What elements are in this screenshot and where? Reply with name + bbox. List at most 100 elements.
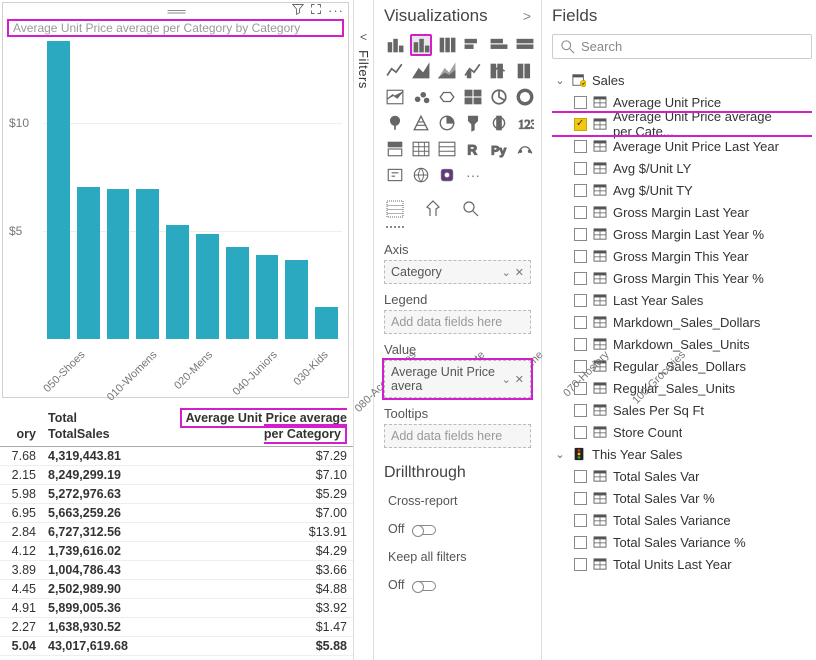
table-row[interactable]: 4.121,739,616.02$4.29 — [0, 541, 353, 560]
bar[interactable] — [315, 307, 338, 339]
viz-type-button[interactable] — [410, 60, 432, 82]
viz-type-button[interactable] — [384, 164, 406, 186]
fields-header[interactable]: Fields — [552, 6, 812, 26]
viz-type-button[interactable] — [410, 138, 432, 160]
field-checkbox[interactable] — [574, 558, 587, 571]
bar[interactable] — [196, 234, 219, 339]
field-item[interactable]: Total Sales Variance — [552, 509, 812, 531]
filters-pane-collapsed[interactable]: < Filters — [353, 0, 373, 660]
viz-type-button[interactable] — [410, 112, 432, 134]
field-item[interactable]: Gross Margin Last Year % — [552, 223, 812, 245]
viz-type-button[interactable] — [514, 86, 536, 108]
viz-type-button[interactable] — [514, 138, 536, 160]
viz-type-button[interactable] — [462, 60, 484, 82]
field-item[interactable]: Total Units Last Year — [552, 553, 812, 575]
bar[interactable] — [136, 189, 159, 339]
axis-field-well[interactable]: Category ⌄ ✕ — [384, 260, 531, 284]
remove-field-icon[interactable]: ✕ — [515, 266, 524, 279]
remove-field-icon[interactable]: ✕ — [515, 373, 524, 386]
field-checkbox[interactable] — [574, 228, 587, 241]
viz-type-button[interactable]: R — [462, 138, 484, 160]
field-item[interactable]: Avg $/Unit TY — [552, 179, 812, 201]
bar[interactable] — [256, 255, 279, 339]
more-visuals-icon[interactable]: ··· — [462, 164, 484, 186]
field-checkbox[interactable] — [574, 140, 587, 153]
field-item[interactable]: Average Unit Price Last Year — [552, 135, 812, 157]
chevron-down-icon[interactable]: ⌄ — [502, 373, 511, 386]
fields-tab-icon[interactable] — [386, 200, 404, 228]
field-item[interactable]: Gross Margin Last Year — [552, 201, 812, 223]
viz-type-button[interactable] — [384, 86, 406, 108]
viz-type-button[interactable] — [488, 112, 510, 134]
field-item[interactable]: Gross Margin This Year % — [552, 267, 812, 289]
data-table[interactable]: ory Total TotalSales Average Unit Price … — [0, 408, 353, 660]
bar[interactable] — [77, 187, 100, 339]
table-row[interactable]: 5.985,272,976.63$5.29 — [0, 484, 353, 503]
chart-visual[interactable]: ══ ··· Average Unit Price average per Ca… — [2, 2, 349, 398]
viz-type-button[interactable] — [462, 86, 484, 108]
viz-type-button[interactable] — [384, 60, 406, 82]
table-row[interactable]: 6.955,663,259.26$7.00 — [0, 503, 353, 522]
focus-mode-icon[interactable] — [310, 3, 322, 18]
viz-type-button[interactable] — [436, 164, 458, 186]
field-checkbox[interactable] — [574, 470, 587, 483]
field-checkbox[interactable] — [574, 492, 587, 505]
viz-type-button[interactable] — [436, 86, 458, 108]
table-row[interactable]: 7.684,319,443.81$7.29 — [0, 446, 353, 465]
viz-type-button[interactable] — [436, 60, 458, 82]
fields-table[interactable]: ⌄Sales — [552, 69, 812, 91]
visualizations-header[interactable]: Visualizations > — [384, 6, 531, 26]
field-checkbox[interactable] — [574, 162, 587, 175]
field-item[interactable]: Store Count — [552, 421, 812, 443]
viz-type-button[interactable] — [514, 60, 536, 82]
field-checkbox[interactable] — [574, 514, 587, 527]
field-item[interactable]: Average Unit Price average per Cate... — [552, 113, 812, 135]
value-field-well[interactable]: Average Unit Price avera ⌄ ✕ — [384, 360, 531, 398]
expand-filters-icon[interactable]: < — [360, 30, 367, 44]
viz-type-button[interactable]: Py — [488, 138, 510, 160]
field-checkbox[interactable] — [574, 294, 587, 307]
bar[interactable] — [166, 225, 189, 339]
viz-type-button[interactable]: 123 — [514, 112, 536, 134]
format-tab-icon[interactable] — [424, 200, 442, 228]
viz-type-button[interactable] — [462, 112, 484, 134]
field-item[interactable]: Last Year Sales — [552, 289, 812, 311]
field-checkbox[interactable] — [574, 184, 587, 197]
field-checkbox[interactable] — [574, 250, 587, 263]
tooltips-field-well[interactable]: Add data fields here — [384, 424, 531, 448]
cross-report-toggle[interactable] — [414, 525, 436, 535]
viz-type-button[interactable] — [384, 112, 406, 134]
filter-icon[interactable] — [292, 3, 304, 18]
viz-type-button[interactable] — [436, 138, 458, 160]
viz-type-button[interactable] — [488, 60, 510, 82]
viz-type-button[interactable] — [462, 34, 484, 56]
field-item[interactable]: Markdown_Sales_Dollars — [552, 311, 812, 333]
collapse-icon[interactable]: ⌄ — [554, 448, 566, 461]
table-row[interactable]: 5.0443,017,619.68$5.88 — [0, 636, 353, 655]
viz-type-button[interactable] — [488, 86, 510, 108]
legend-field-well[interactable]: Add data fields here — [384, 310, 531, 334]
analytics-tab-icon[interactable] — [462, 200, 480, 228]
field-item[interactable]: Total Sales Var — [552, 465, 812, 487]
viz-type-button[interactable] — [410, 164, 432, 186]
table-row[interactable]: 2.158,249,299.19$7.10 — [0, 465, 353, 484]
collapse-icon[interactable]: ⌄ — [554, 74, 566, 87]
more-options-icon[interactable]: ··· — [328, 3, 344, 18]
viz-type-button[interactable] — [384, 138, 406, 160]
viz-type-button[interactable] — [436, 34, 458, 56]
viz-type-button[interactable] — [410, 86, 432, 108]
bar[interactable] — [107, 189, 130, 339]
field-checkbox[interactable] — [574, 118, 587, 131]
table-row[interactable]: 3.891,004,786.43$3.66 — [0, 560, 353, 579]
field-item[interactable]: Total Sales Var % — [552, 487, 812, 509]
table-row[interactable]: 2.271,638,930.52$1.47 — [0, 617, 353, 636]
field-checkbox[interactable] — [574, 96, 587, 109]
chevron-right-icon[interactable]: > — [523, 8, 531, 24]
field-item[interactable]: Total Sales Variance % — [552, 531, 812, 553]
field-checkbox[interactable] — [574, 536, 587, 549]
viz-type-button[interactable] — [384, 34, 406, 56]
field-checkbox[interactable] — [574, 272, 587, 285]
viz-type-button[interactable] — [514, 34, 536, 56]
field-checkbox[interactable] — [574, 338, 587, 351]
field-checkbox[interactable] — [574, 426, 587, 439]
